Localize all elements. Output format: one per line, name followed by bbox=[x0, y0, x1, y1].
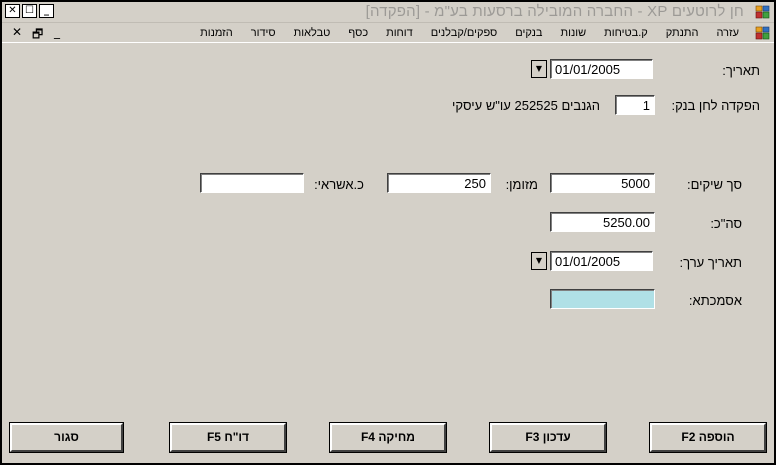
menu-banks[interactable]: בנקים bbox=[506, 25, 551, 41]
date-dropdown-button[interactable]: ▼ bbox=[531, 60, 547, 78]
date-label: תאריך: bbox=[722, 63, 760, 78]
doc-close-icon[interactable]: ✕ bbox=[12, 25, 22, 39]
menu-suppliers[interactable]: ספקים/קבלנים bbox=[422, 25, 507, 41]
checks-total-field[interactable] bbox=[550, 173, 655, 193]
update-button[interactable]: עדכון F3 bbox=[489, 422, 607, 453]
credit-card-label: כ.אשראי: bbox=[314, 177, 364, 192]
menu-money[interactable]: כסף bbox=[339, 25, 377, 41]
window-controls: ✕ ☐ _ bbox=[5, 4, 54, 20]
close-window-button[interactable]: ✕ bbox=[5, 4, 20, 18]
menu-misc[interactable]: שונות bbox=[552, 25, 596, 41]
doc-minimize-icon[interactable]: _ bbox=[54, 25, 60, 39]
reference-field[interactable] bbox=[550, 289, 655, 309]
checks-total-label: סך שיקים: bbox=[686, 177, 742, 192]
cash-label: מזומן: bbox=[505, 177, 538, 192]
menu-help[interactable]: עזרה bbox=[708, 25, 748, 41]
menu-tables[interactable]: טבלאות bbox=[285, 25, 340, 41]
cash-field[interactable] bbox=[387, 173, 491, 193]
add-button[interactable]: הוספה F2 bbox=[649, 422, 767, 453]
menu-schedule[interactable]: סידור bbox=[242, 25, 285, 41]
menu-reports[interactable]: דוחות bbox=[377, 25, 422, 41]
credit-card-field[interactable] bbox=[200, 173, 304, 193]
title-bar: ✕ ☐ _ חן לרוטעים XP - החברה המובילה ברסע… bbox=[2, 2, 774, 23]
doc-icon bbox=[755, 26, 770, 40]
doc-restore-icon[interactable]: 🗗 bbox=[32, 25, 43, 46]
minimize-window-button[interactable]: _ bbox=[39, 4, 54, 18]
menu-safety[interactable]: ק.בטיחות bbox=[595, 25, 657, 41]
bank-number-field[interactable] bbox=[615, 95, 655, 115]
reference-label: אסמכתא: bbox=[688, 293, 742, 308]
total-label: סה"כ: bbox=[710, 216, 742, 231]
value-date-field[interactable] bbox=[550, 251, 653, 271]
app-icon bbox=[755, 5, 770, 19]
maximize-window-button[interactable]: ☐ bbox=[22, 4, 37, 18]
main-window: ✕ ☐ _ חן לרוטעים XP - החברה המובילה ברסע… bbox=[0, 0, 776, 465]
value-date-label: תאריך ערך: bbox=[679, 255, 742, 270]
value-date-dropdown-button[interactable]: ▼ bbox=[531, 252, 547, 270]
menu-logout[interactable]: התנתק bbox=[657, 25, 708, 41]
window-title: חן לרוטעים XP - החברה המובילה ברסעות בע"… bbox=[365, 3, 744, 20]
bank-account-description: הגנבים 252525 עו"ש עיסקי bbox=[451, 98, 600, 113]
menu-items: הזמנות סידור טבלאות כסף דוחות ספקים/קבלנ… bbox=[191, 25, 748, 41]
report-button[interactable]: דו"ח F5 bbox=[169, 422, 287, 453]
delete-button[interactable]: מחיקה F4 bbox=[329, 422, 447, 453]
date-field[interactable] bbox=[550, 59, 653, 79]
close-button[interactable]: סגור bbox=[9, 422, 124, 453]
total-field[interactable] bbox=[550, 212, 655, 232]
menu-bar: ✕ 🗗 _ הזמנות סידור טבלאות כסף דוחות ספקי… bbox=[2, 23, 774, 43]
menu-orders[interactable]: הזמנות bbox=[191, 25, 242, 41]
deposit-bank-label: הפקדה לחן בנק: bbox=[671, 98, 760, 113]
